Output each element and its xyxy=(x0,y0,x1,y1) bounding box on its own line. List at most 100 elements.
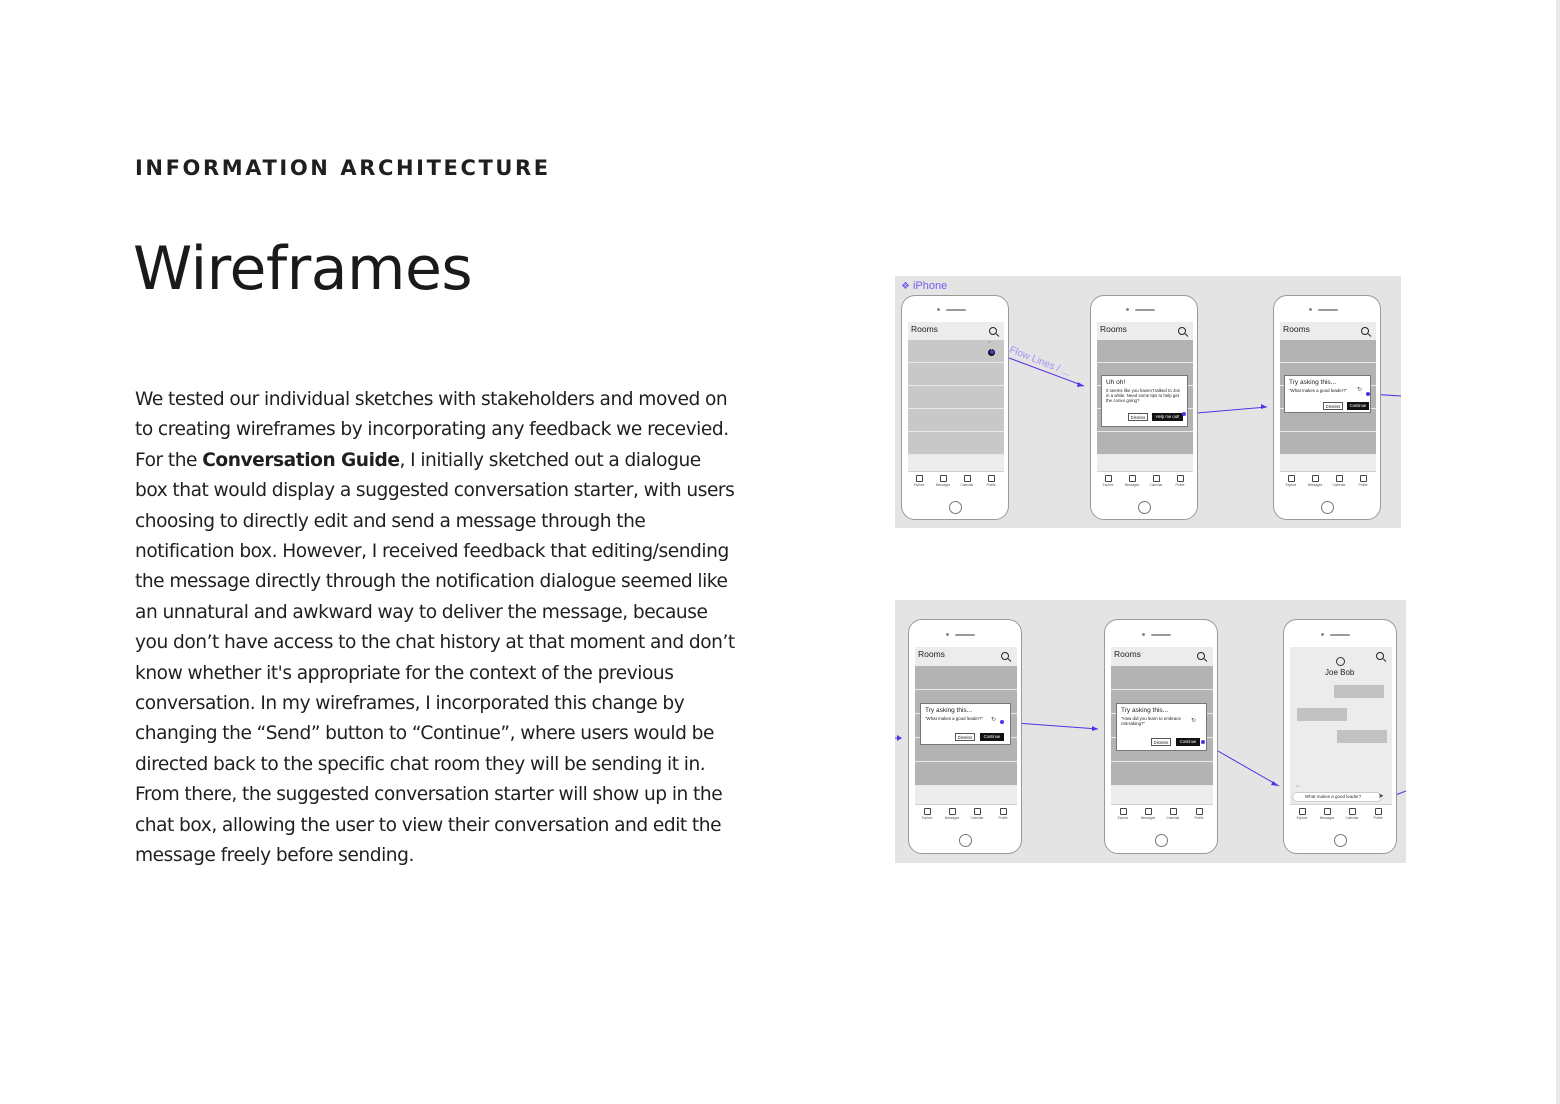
explore-icon xyxy=(923,808,931,815)
tab-bar: Explore Messages Calendar Profile xyxy=(908,471,1004,494)
phone-wireframe-suggestion-dialog: Rooms Try asking this... "What makes a g… xyxy=(1273,295,1381,520)
tab-label: Messages xyxy=(1140,816,1156,820)
tab-calendar[interactable]: Calendar xyxy=(1329,475,1349,487)
refresh-icon[interactable]: ↻ xyxy=(1357,386,1362,393)
room-row[interactable] xyxy=(908,363,1004,386)
selection-dots-icon: ··· xyxy=(1295,783,1300,790)
tab-profile[interactable]: Profile xyxy=(1189,808,1209,820)
phone-speaker xyxy=(955,634,975,636)
tab-label: Profile xyxy=(1175,483,1185,487)
dismiss-button[interactable]: Dismiss xyxy=(1323,402,1343,410)
tab-label: Calendar xyxy=(1149,483,1163,487)
search-icon[interactable] xyxy=(989,327,997,335)
refresh-icon[interactable]: ↻ xyxy=(1191,717,1196,724)
tab-calendar[interactable]: Calendar xyxy=(1342,808,1362,820)
body-paragraph: We tested our individual sketches with s… xyxy=(135,385,735,872)
messages-icon xyxy=(1144,808,1152,815)
home-button-icon xyxy=(1155,834,1168,847)
phone-speaker xyxy=(946,309,966,311)
explore-icon xyxy=(1287,475,1295,482)
tab-messages[interactable]: Messages xyxy=(1317,808,1337,820)
room-row[interactable] xyxy=(908,386,1004,409)
tab-calendar[interactable]: Calendar xyxy=(967,808,987,820)
tab-profile[interactable]: Profile xyxy=(1170,475,1190,487)
search-icon[interactable] xyxy=(1376,652,1384,660)
home-button-icon xyxy=(959,834,972,847)
search-icon[interactable] xyxy=(1178,327,1186,335)
tab-explore[interactable]: Explore xyxy=(1113,808,1133,820)
profile-icon xyxy=(1374,808,1382,815)
tab-explore[interactable]: Explore xyxy=(1098,475,1118,487)
explore-icon xyxy=(1104,475,1112,482)
tab-bar: Explore Messages Calendar Profile xyxy=(1097,471,1193,494)
profile-icon xyxy=(999,808,1007,815)
tab-messages[interactable]: Messages xyxy=(1138,808,1158,820)
tab-label: Messages xyxy=(935,483,951,487)
calendar-icon xyxy=(1169,808,1177,815)
avatar-icon xyxy=(1336,657,1345,666)
flow-connector-dot xyxy=(990,350,994,354)
dialog-title: Uh oh! xyxy=(1106,379,1126,386)
room-row xyxy=(1111,666,1213,690)
search-icon[interactable] xyxy=(1361,327,1369,335)
flow-connector-dot xyxy=(1182,412,1186,416)
tab-explore[interactable]: Explore xyxy=(1281,475,1301,487)
phone-camera xyxy=(1126,308,1129,311)
messages-icon xyxy=(1128,475,1136,482)
phone-screen: Rooms Try asking this... "What makes a g… xyxy=(915,647,1017,827)
phone-wireframe-chat-room: Joe Bob ··· + What makes a good leader? … xyxy=(1283,619,1397,854)
tab-calendar[interactable]: Calendar xyxy=(1146,475,1166,487)
chat-bubble-received xyxy=(1337,730,1387,743)
tab-messages[interactable]: Messages xyxy=(1305,475,1325,487)
room-row[interactable] xyxy=(908,432,1004,455)
tab-messages[interactable]: Messages xyxy=(942,808,962,820)
tab-calendar[interactable]: Calendar xyxy=(957,475,977,487)
app-title: Rooms xyxy=(1100,324,1127,334)
tab-messages[interactable]: Messages xyxy=(1122,475,1142,487)
profile-icon xyxy=(1176,475,1184,482)
profile-icon xyxy=(1359,475,1367,482)
tab-label: Messages xyxy=(944,816,960,820)
room-row xyxy=(1280,340,1376,363)
tab-profile[interactable]: Profile xyxy=(1353,475,1373,487)
room-row[interactable] xyxy=(908,409,1004,432)
tab-explore[interactable]: Explore xyxy=(917,808,937,820)
selection-dots-icon: ··· xyxy=(987,322,992,325)
tab-explore[interactable]: Explore xyxy=(909,475,929,487)
search-icon[interactable] xyxy=(1197,652,1205,660)
tab-calendar[interactable]: Calendar xyxy=(1163,808,1183,820)
dismiss-button[interactable]: Dismiss xyxy=(1151,738,1171,746)
page-title: Wireframes xyxy=(133,234,473,304)
search-icon[interactable] xyxy=(1001,652,1009,660)
flow-connector-dot xyxy=(1201,740,1205,744)
tab-profile[interactable]: Profile xyxy=(1368,808,1388,820)
tab-label: Profile xyxy=(1358,483,1368,487)
chat-message-input[interactable]: What makes a good leader? xyxy=(1292,792,1382,802)
chat-bubble-sent xyxy=(1297,708,1347,721)
phone-camera xyxy=(937,308,940,311)
tab-messages[interactable]: Messages xyxy=(933,475,953,487)
tab-label: Calendar xyxy=(1166,816,1180,820)
tab-label: Messages xyxy=(1307,483,1323,487)
body-bold-term: Conversation Guide xyxy=(202,449,400,471)
send-icon[interactable]: ➤ xyxy=(1378,792,1384,800)
refresh-icon[interactable]: ↻ xyxy=(991,716,996,723)
messages-icon xyxy=(1311,475,1319,482)
continue-button[interactable]: Continue xyxy=(1176,738,1200,746)
selection-dots-icon: ··· xyxy=(987,339,992,346)
help-me-out-button[interactable]: Help me out! xyxy=(1152,413,1183,421)
tab-label: Calendar xyxy=(1345,816,1359,820)
tab-profile[interactable]: Profile xyxy=(981,475,1001,487)
flow-connector-dot xyxy=(1000,720,1004,724)
room-row xyxy=(1280,432,1376,455)
continue-button[interactable]: Continue xyxy=(1347,402,1369,410)
dismiss-button[interactable]: Dismiss xyxy=(955,733,975,741)
tab-explore[interactable]: Explore xyxy=(1292,808,1312,820)
tab-profile[interactable]: Profile xyxy=(993,808,1013,820)
tab-label: Explore xyxy=(1296,816,1308,820)
wireframe-board-bottom: Rooms Try asking this... "What makes a g… xyxy=(895,600,1406,863)
app-title: Rooms xyxy=(1114,649,1141,659)
dialog-text: "How did you learn to embrace risk-takin… xyxy=(1121,716,1181,726)
dismiss-button[interactable]: Dismiss xyxy=(1128,413,1148,421)
continue-button[interactable]: Continue xyxy=(980,733,1004,741)
